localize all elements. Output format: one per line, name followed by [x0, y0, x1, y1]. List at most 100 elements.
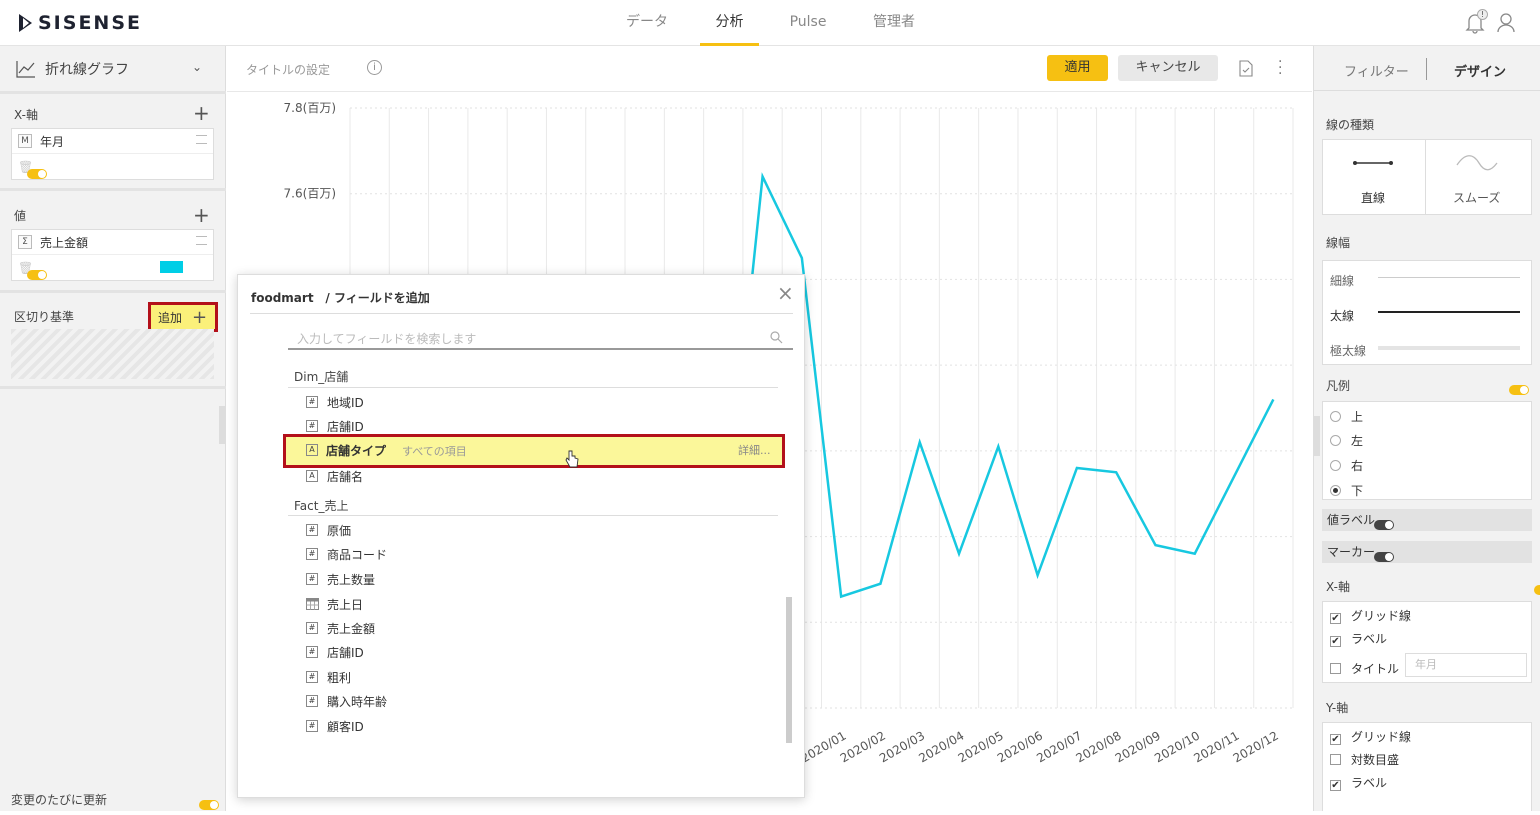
drag-handle-icon[interactable] [196, 236, 207, 245]
tab-filters[interactable]: フィルター [1344, 61, 1409, 80]
cancel-button[interactable]: キャンセル [1118, 55, 1218, 81]
export-file-icon[interactable] [1239, 60, 1253, 81]
legend-bottom-option[interactable]: 下 [1330, 482, 1363, 499]
user-profile-icon[interactable] [1496, 12, 1516, 38]
legend-right-option[interactable]: 右 [1330, 457, 1363, 474]
panel-collapse-handle[interactable] [1314, 416, 1320, 456]
store-type-label: 店舗タイプ [326, 444, 387, 458]
field-search-input[interactable]: 入力してフィールドを検索します [288, 326, 793, 350]
widget-title-input[interactable]: タイトルの設定 [246, 61, 330, 78]
month-tag: M [18, 134, 32, 148]
value-labels-toggle[interactable] [1373, 520, 1394, 530]
more-options-icon[interactable]: · · · [1278, 55, 1282, 81]
add-value-icon[interactable]: + [193, 205, 210, 225]
apply-button[interactable]: 適用 [1047, 55, 1108, 81]
dialog-scrollbar[interactable] [786, 597, 792, 743]
add-x-axis-icon[interactable]: + [193, 103, 210, 123]
field-sales-amount[interactable]: # 売上金額 [306, 617, 375, 639]
x-axis-toggle[interactable] [1534, 585, 1540, 595]
legend-toggle[interactable] [1509, 385, 1529, 395]
field-fact-store-id[interactable]: # 店舗ID [306, 641, 364, 663]
design-panel: フィルター デザイン 線の種類 直線 スムーズ 線幅 細線 太線 極太線 凡例 … [1313, 46, 1540, 811]
chart-type-label: 折れ線グラフ [45, 61, 129, 78]
close-icon[interactable]: × [777, 283, 794, 303]
chart-type-selector[interactable]: 折れ線グラフ ⌄ [0, 46, 226, 91]
field-cost[interactable]: # 原価 [306, 519, 351, 541]
y-labels-checkbox[interactable]: ✔ ラベル [1330, 774, 1387, 791]
line-type-options: 直線 スムーズ [1322, 139, 1532, 215]
field-store-name[interactable]: A 店舗名 [306, 465, 363, 487]
notifications-bell-icon[interactable]: ! [1465, 9, 1488, 38]
series-color-swatch[interactable] [160, 261, 183, 273]
right-panel-tabs: フィルター デザイン [1314, 46, 1540, 91]
x-axis-title-input[interactable]: 年月 [1405, 653, 1527, 677]
legend-title: 凡例 [1326, 379, 1351, 393]
sisense-logo[interactable]: SISENSE [18, 12, 142, 34]
tab-design[interactable]: デザイン [1454, 61, 1506, 80]
drag-handle-icon[interactable] [196, 135, 207, 144]
markers-toggle[interactable] [1373, 552, 1394, 562]
line-width-bold[interactable]: 太線 [1323, 296, 1531, 331]
thin-label: 細線 [1330, 274, 1355, 288]
search-placeholder: 入力してフィールドを検索します [297, 332, 477, 346]
legend-left-option[interactable]: 左 [1330, 432, 1363, 449]
nav-tab-pulse[interactable]: Pulse [785, 0, 831, 46]
x-tick-label: 2020/12 [1231, 728, 1281, 765]
auto-update-toggle[interactable] [199, 800, 219, 810]
smooth-line-icon [1456, 155, 1498, 171]
markers-section: マーカー [1322, 541, 1532, 563]
value-field-box: Σ 売上金額 🗑 [11, 229, 214, 281]
legend-position-options: 上 左 右 下 [1322, 401, 1532, 500]
line-type-smooth[interactable]: スムーズ [1427, 140, 1531, 214]
value-field-toggle[interactable] [27, 269, 48, 280]
breakby-label: 区切り基準 [14, 310, 75, 324]
field-sales-quantity[interactable]: # 売上数量 [306, 568, 375, 590]
add-breakby-label: 追加 [158, 310, 183, 325]
y-grid-checkbox[interactable]: ✔ グリッド線 [1330, 728, 1411, 745]
value-labels-section: 値ラベル [1322, 509, 1532, 531]
x-labels-checkbox[interactable]: ✔ ラベル [1330, 630, 1387, 647]
breakby-drop-zone[interactable] [11, 329, 214, 379]
extra-bold-label: 極太線 [1330, 344, 1367, 358]
line-width-thin[interactable]: 細線 [1323, 261, 1531, 296]
x-title-checkbox[interactable]: タイトル [1330, 660, 1399, 677]
x-axis-options: ✔ グリッド線 ✔ ラベル タイトル 年月 [1322, 601, 1532, 683]
search-icon [770, 331, 783, 344]
y-tick-label: 7.8(百万) [284, 101, 336, 115]
panel-collapse-handle[interactable] [219, 406, 226, 444]
y-log-checkbox[interactable]: 対数目盛 [1330, 751, 1399, 768]
y-axis-title: Y-軸 [1326, 701, 1349, 715]
field-sales-date[interactable]: 売上日 [306, 593, 363, 615]
notification-badge: ! [1477, 9, 1488, 20]
text-tag: A [306, 444, 318, 456]
info-icon[interactable]: i [367, 60, 382, 75]
legend-top-option[interactable]: 上 [1330, 408, 1363, 425]
x-axis-field[interactable]: M 年月 [12, 129, 213, 154]
nav-tab-admin[interactable]: 管理者 [868, 0, 920, 46]
group-fact-sales: Fact_売上 [294, 499, 349, 513]
x-grid-checkbox[interactable]: ✔ グリッド線 [1330, 607, 1411, 624]
line-width-extra-bold[interactable]: 極太線 [1323, 331, 1531, 366]
field-purchase-age[interactable]: # 購入時年齢 [306, 690, 387, 712]
field-product-code[interactable]: # 商品コード [306, 543, 387, 565]
more-details-link[interactable]: 詳細... [738, 442, 771, 458]
x-axis-title: X-軸 [1326, 580, 1350, 594]
add-breakby-button[interactable]: 追加 + [148, 302, 218, 332]
line-type-straight[interactable]: 直線 [1323, 140, 1426, 214]
calendar-icon [306, 598, 319, 610]
nav-tab-analytics[interactable]: 分析 [700, 0, 759, 46]
field-gross-profit[interactable]: # 粗利 [306, 666, 351, 688]
markers-title: マーカー [1327, 545, 1376, 559]
value-field[interactable]: Σ 売上金額 [12, 230, 213, 255]
field-region-id[interactable]: # 地域ID [306, 391, 364, 413]
nav-tab-data[interactable]: データ [620, 0, 674, 46]
bold-label: 太線 [1330, 309, 1355, 323]
field-customer-id[interactable]: # 顧客ID [306, 715, 364, 737]
datasource-name: foodmart [251, 291, 314, 305]
value-field-label: 売上金額 [40, 235, 89, 250]
x-axis-field-toggle[interactable] [27, 168, 48, 179]
chevron-down-icon[interactable]: ⌄ [192, 60, 202, 74]
field-store-type[interactable]: A 店舗タイプ すべての項目 詳細... [283, 434, 785, 468]
values-label: 値 [14, 209, 27, 223]
x-axis-label: X-軸 [14, 108, 38, 122]
